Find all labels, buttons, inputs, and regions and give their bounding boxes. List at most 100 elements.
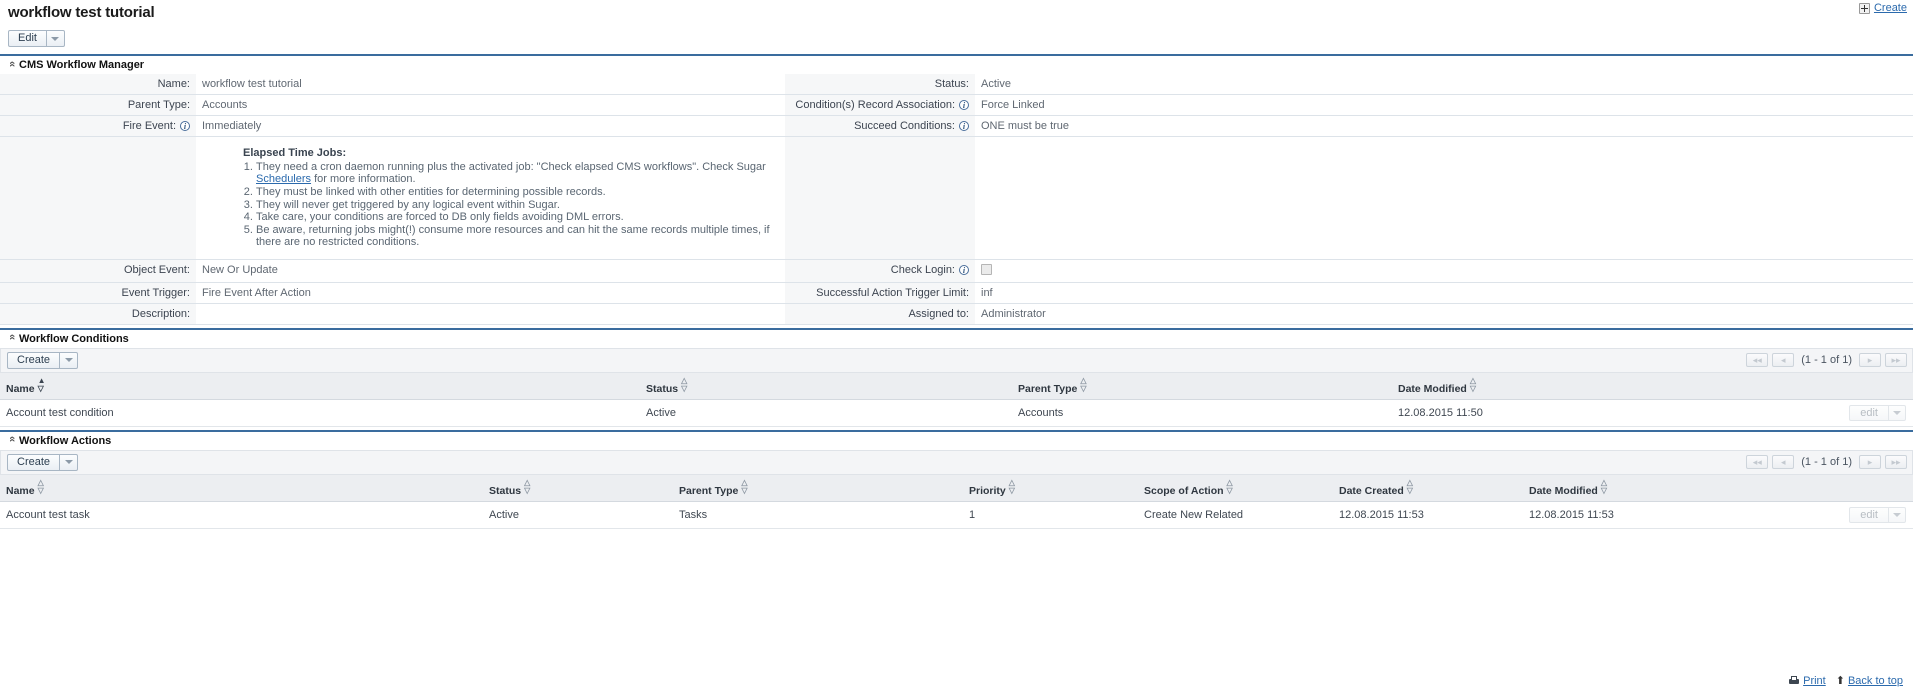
first-page-icon[interactable]: ◂◂ <box>1746 353 1769 368</box>
sort-icon: △ ▽ <box>1226 477 1233 495</box>
field-label-object-event: Object Event: <box>0 259 196 283</box>
detail-row: Description: Assigned to: Administrator <box>0 303 1913 325</box>
field-value-description <box>196 303 785 325</box>
conditions-panel-header[interactable]: Workflow Conditions <box>0 330 1913 348</box>
column-label: Date Created <box>1339 484 1404 497</box>
actions-table-header-row: Name △ ▽ Status △ ▽ Parent Type △ ▽ Priority △ ▽… <box>0 473 1913 502</box>
chevron-up-icon[interactable] <box>7 436 16 445</box>
page-header: workflow test tutorial Create <box>0 0 1913 26</box>
column-header-date-created[interactable]: Date Created △ ▽ <box>1333 473 1523 502</box>
row-edit-button[interactable]: edit <box>1849 404 1889 421</box>
create-link[interactable]: Create <box>1874 2 1907 14</box>
column-header-date-modified[interactable]: Date Modified △ ▽ <box>1392 371 1782 400</box>
page-footer: Print ⬆ Back to top <box>1788 675 1903 687</box>
actions-create-button-group: Create <box>7 453 79 471</box>
conditions-panel-title: Workflow Conditions <box>19 332 129 345</box>
table-row[interactable]: Account test task Active Tasks 1 Create … <box>0 501 1913 529</box>
plus-icon <box>1858 2 1870 14</box>
actions-create-button[interactable]: Create <box>7 453 61 471</box>
label-text: Condition(s) Record Association: <box>795 99 955 111</box>
column-header-parent-type[interactable]: Parent Type △ ▽ <box>1012 371 1392 400</box>
table-row[interactable]: Account test condition Active Accounts 1… <box>0 399 1913 427</box>
first-page-icon[interactable]: ◂◂ <box>1746 455 1769 470</box>
back-to-top-action[interactable]: ⬆ Back to top <box>1836 675 1903 687</box>
prev-page-icon[interactable]: ◂ <box>1772 455 1795 470</box>
conditions-create-button[interactable]: Create <box>7 351 61 369</box>
field-value-condition-record-association: Force Linked <box>975 94 1913 116</box>
next-page-icon[interactable]: ▸ <box>1859 455 1881 470</box>
create-action[interactable]: Create <box>1858 2 1907 14</box>
field-label-succeed-conditions: Succeed Conditions: i <box>785 115 975 137</box>
field-value-fire-event: Immediately <box>196 115 785 137</box>
edit-button-group: Edit <box>8 30 65 47</box>
field-label-condition-record-association: Condition(s) Record Association: i <box>785 94 975 116</box>
workflow-conditions-subpanel: Workflow Conditions Create ◂◂ ◂ (1 - 1 o… <box>0 327 1913 427</box>
edit-button[interactable]: Edit <box>8 30 47 47</box>
actions-panel-header[interactable]: Workflow Actions <box>0 432 1913 450</box>
last-page-icon[interactable]: ▸▸ <box>1885 353 1907 368</box>
cell-row-actions: edit <box>1748 501 1913 529</box>
label-text: Fire Event: <box>122 120 176 132</box>
field-label-check-login: Check Login: i <box>785 259 975 283</box>
column-header-status[interactable]: Status △ ▽ <box>483 473 673 502</box>
up-arrow-icon: ⬆ <box>1835 674 1845 687</box>
field-label-parent-type: Parent Type: <box>0 94 196 116</box>
column-label: Scope of Action <box>1144 484 1224 497</box>
chevron-up-icon[interactable] <box>7 61 16 70</box>
column-header-actions <box>1748 473 1913 502</box>
column-header-date-modified[interactable]: Date Modified △ ▽ <box>1523 473 1748 502</box>
prev-page-icon[interactable]: ◂ <box>1772 353 1795 368</box>
cell-name[interactable]: Account test task <box>0 501 483 529</box>
conditions-page-count: (1 - 1 of 1) <box>1801 354 1852 367</box>
row-edit-button-group: edit <box>1849 404 1906 421</box>
field-value-successful-action-trigger-limit: inf <box>975 282 1913 304</box>
cell-date-modified: 12.08.2015 11:53 <box>1523 501 1748 529</box>
conditions-create-dropdown-button[interactable] <box>59 351 79 369</box>
detail-row: Event Trigger: Fire Event After Action S… <box>0 282 1913 304</box>
last-page-icon[interactable]: ▸▸ <box>1885 455 1907 470</box>
sort-icon: △ ▽ <box>1080 375 1087 393</box>
detail-panel-header[interactable]: CMS Workflow Manager <box>0 56 1913 74</box>
cell-name[interactable]: Account test condition <box>0 399 640 427</box>
conditions-table-header-row: Name ▲ ▽ Status △ ▽ Parent Type △ ▽ Date Modif… <box>0 371 1913 400</box>
sort-icon: △ ▽ <box>741 477 748 495</box>
print-action[interactable]: Print <box>1788 675 1826 687</box>
info-icon[interactable]: i <box>180 121 190 131</box>
column-label: Name <box>6 484 35 497</box>
detail-field-table: Name: workflow test tutorial Status: Act… <box>0 74 1913 325</box>
check-login-checkbox[interactable] <box>981 263 992 275</box>
column-header-name[interactable]: Name △ ▽ <box>0 473 483 502</box>
info-icon[interactable]: i <box>959 121 969 131</box>
info-icon[interactable]: i <box>959 264 969 275</box>
edit-dropdown-button[interactable] <box>45 30 65 47</box>
notice-list: They need a cron daemon running plus the… <box>196 161 779 248</box>
next-page-icon[interactable]: ▸ <box>1859 353 1881 368</box>
actions-create-dropdown-button[interactable] <box>59 453 79 471</box>
conditions-pager: ◂◂ ◂ (1 - 1 of 1) ▸ ▸▸ <box>1746 353 1907 368</box>
column-header-priority[interactable]: Priority △ ▽ <box>963 473 1138 502</box>
label-text: Succeed Conditions: <box>854 120 955 132</box>
elapsed-time-jobs-notice-row: Elapsed Time Jobs: They need a cron daem… <box>0 136 1913 260</box>
cell-scope-of-action: Create New Related <box>1138 501 1333 529</box>
schedulers-link[interactable]: Schedulers <box>256 173 311 185</box>
info-icon[interactable]: i <box>959 100 969 110</box>
column-label: Date Modified <box>1529 484 1598 497</box>
elapsed-time-jobs-notice: Elapsed Time Jobs: They need a cron daem… <box>196 136 785 260</box>
field-value-object-event: New Or Update <box>196 259 785 283</box>
conditions-toolbar: Create ◂◂ ◂ (1 - 1 of 1) ▸ ▸▸ <box>0 347 1913 372</box>
detail-row: Fire Event: i Immediately Succeed Condit… <box>0 115 1913 137</box>
row-edit-dropdown-button[interactable] <box>1888 506 1906 523</box>
column-header-name[interactable]: Name ▲ ▽ <box>0 371 640 400</box>
row-edit-button[interactable]: edit <box>1849 506 1889 523</box>
back-to-top-link[interactable]: Back to top <box>1848 675 1903 687</box>
column-header-scope-of-action[interactable]: Scope of Action △ ▽ <box>1138 473 1333 502</box>
print-link[interactable]: Print <box>1803 675 1826 687</box>
sort-icon: △ ▽ <box>1406 477 1413 495</box>
cell-date-modified: 12.08.2015 11:50 <box>1392 399 1782 427</box>
sort-icon: △ ▽ <box>37 477 44 495</box>
column-header-status[interactable]: Status △ ▽ <box>640 371 1012 400</box>
chevron-up-icon[interactable] <box>7 334 16 343</box>
column-header-parent-type[interactable]: Parent Type △ ▽ <box>673 473 963 502</box>
row-edit-dropdown-button[interactable] <box>1888 404 1906 421</box>
column-label: Status <box>646 382 679 395</box>
